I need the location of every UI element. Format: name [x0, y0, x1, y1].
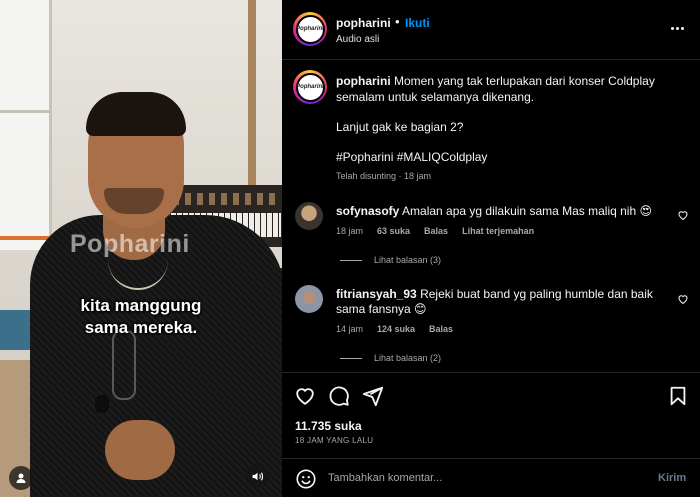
comment-likes[interactable]: 63 suka: [377, 226, 410, 236]
author-username-link[interactable]: popharini: [336, 16, 391, 30]
more-horizontal-icon: [670, 26, 674, 30]
comment-time: 18 jam: [336, 226, 364, 236]
mute-toggle-button[interactable]: [245, 464, 269, 488]
bookmark-icon[interactable]: [667, 385, 689, 407]
follow-button[interactable]: Ikuti: [405, 16, 430, 30]
heart-icon[interactable]: [677, 209, 689, 221]
heart-icon[interactable]: [677, 293, 689, 305]
comment-text: fitriansyah_93 Rejeki buat band yg palin…: [336, 287, 666, 317]
view-replies-label: Lihat balasan (2): [374, 353, 442, 363]
avatar-logo-text: Popharini: [295, 14, 325, 44]
translate-button[interactable]: Lihat terjemahan: [462, 226, 534, 236]
caption-text: popharini Momen yang tak terlupakan dari…: [336, 73, 686, 105]
caption-username-link[interactable]: popharini: [336, 74, 391, 88]
avatar-logo-text: Popharini: [295, 72, 325, 102]
reply-button[interactable]: Balas: [424, 226, 448, 236]
clip-microphone: [95, 395, 109, 413]
author-avatar[interactable]: Popharini: [293, 12, 327, 46]
caption-question: Lanjut gak ke bagian 2?: [336, 120, 464, 134]
send-icon[interactable]: [362, 385, 384, 407]
commenter-avatar[interactable]: [295, 285, 323, 313]
commenter-avatar[interactable]: [295, 202, 323, 230]
person-hair: [86, 92, 186, 136]
comment-input[interactable]: [328, 467, 628, 489]
comment-meta: 14 jam 124 suka Balas: [336, 324, 453, 334]
video-subtitle: kita manggung sama mereka.: [0, 295, 282, 339]
post-header: Popharini popharini • Ikuti Audio asli: [282, 0, 700, 60]
user-icon: [16, 473, 26, 483]
comment-likes[interactable]: 124 suka: [377, 324, 415, 334]
background-window: [0, 0, 52, 250]
likes-count[interactable]: 11.735 suka: [295, 419, 362, 433]
hanging-sunglasses: [112, 330, 136, 400]
view-replies-button[interactable]: Lihat balasan (3): [340, 255, 441, 265]
more-options-button[interactable]: [668, 20, 686, 36]
post-timestamp[interactable]: 18 JAM YANG LALU: [295, 436, 373, 445]
person-hand: [105, 420, 175, 480]
replies-divider-line: [340, 259, 362, 261]
view-replies-button[interactable]: Lihat balasan (2): [340, 353, 441, 363]
reel-video[interactable]: Popharini kita manggung sama mereka.: [0, 0, 282, 497]
caption-hashtags[interactable]: #Popharini #MALIQColdplay: [336, 150, 487, 164]
heart-icon[interactable]: [294, 385, 316, 407]
volume-icon: [252, 471, 263, 481]
tagged-users-button[interactable]: [9, 466, 33, 490]
separator-dot: •: [395, 14, 400, 29]
video-subtitle-line: kita manggung: [80, 296, 202, 315]
add-comment-bar: Kirim: [282, 458, 700, 497]
replies-divider-line: [340, 357, 362, 359]
send-comment-button[interactable]: Kirim: [658, 472, 686, 484]
comment-text: sofynasofy Amalan apa yg dilakuin sama M…: [336, 204, 666, 219]
reply-button[interactable]: Balas: [429, 324, 453, 334]
caption-author-avatar[interactable]: Popharini: [293, 70, 327, 104]
emoji-icon[interactable]: [295, 468, 317, 490]
video-watermark: Popharini: [70, 230, 190, 258]
comment-icon[interactable]: [328, 385, 350, 407]
audio-link[interactable]: Audio asli: [336, 34, 379, 45]
view-replies-label: Lihat balasan (3): [374, 255, 442, 265]
commenter-username-link[interactable]: sofynasofy: [336, 204, 399, 218]
video-subtitle-line: sama mereka.: [84, 318, 198, 337]
post-actions: 11.735 suka 18 JAM YANG LALU Kirim: [282, 372, 700, 497]
caption-edited-meta: Telah disunting · 18 jam: [336, 171, 432, 181]
commenter-username-link[interactable]: fitriansyah_93: [336, 287, 417, 301]
comment-time: 14 jam: [336, 324, 364, 334]
post-details-panel: Popharini popharini • Ikuti Audio asli P…: [282, 0, 700, 497]
comment-body: Amalan apa yg dilakuin sama Mas maliq ni…: [402, 204, 652, 218]
comment-meta: 18 jam 63 suka Balas Lihat terjemahan: [336, 226, 534, 236]
